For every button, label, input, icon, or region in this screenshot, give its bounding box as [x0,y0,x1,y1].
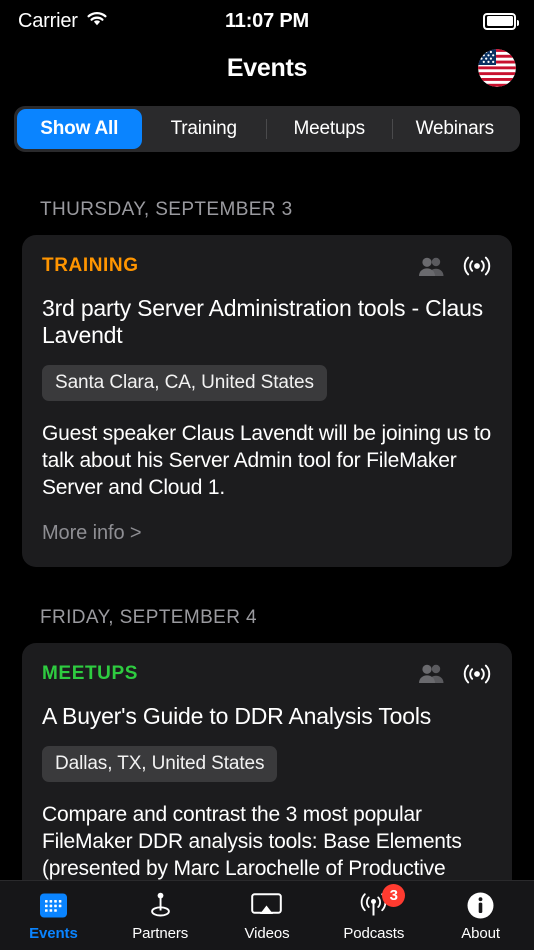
people-icon [419,663,445,689]
event-category: MEETUPS [42,662,139,684]
status-bar-right [483,12,519,30]
podcasts-badge: 3 [382,883,406,907]
event-description: Guest speaker Claus Lavendt will be join… [42,421,491,500]
date-header: THURSDAY, SEPTEMBER 3 [40,199,293,220]
event-title: A Buyer's Guide to DDR Analysis Tools [42,702,432,729]
event-location: Santa Clara, CA, United States [42,364,327,401]
event-card[interactable]: MEETUPS A Buyer's Guide to DDR Analysis … [22,642,512,880]
tab-label: Podcasts [343,924,405,942]
event-title: 3rd party Server Administration tools - … [42,295,483,348]
info-icon [466,890,495,920]
event-description: Compare and contrast the 3 most popular … [42,802,462,880]
tab-videos[interactable]: Videos [214,890,321,942]
page-title: Events [226,53,308,82]
navigation-bar: Events [0,42,534,94]
broadcast-icon [462,255,492,282]
airplay-icon [251,890,283,920]
people-icon [419,256,445,282]
tab-label: About [461,924,500,942]
segment-show-all[interactable]: Show All [17,109,142,149]
event-card[interactable]: TRAINING 3rd party Server Administration… [22,235,512,567]
event-card-icons [419,663,492,690]
event-card-icons [419,255,492,282]
podcast-broadcast-icon: 3 [358,883,406,920]
battery-icon [483,12,519,30]
tab-events[interactable]: Events [0,890,107,942]
event-category: TRAINING [42,255,139,276]
date-header: FRIDAY, SEPTEMBER 4 [40,606,258,628]
tab-label: Partners [132,924,189,942]
event-card-header: MEETUPS [42,663,492,690]
tab-label: Events [29,924,78,942]
status-bar-clock: 11:07 PM [224,9,309,32]
broadcast-icon [462,663,492,690]
tab-bar: Events Partners Videos 3 Podcasts About [0,880,534,950]
status-bar: Carrier 11:07 PM [0,0,534,42]
app-root: Carrier 11:07 PM Events Show All Trainin… [0,0,534,950]
segment-meetups[interactable]: Meetups [267,109,392,149]
event-list[interactable]: THURSDAY, SEPTEMBER 3 TRAINING 3rd party… [0,157,534,880]
tab-podcasts[interactable]: 3 Podcasts [320,883,427,942]
segment-training[interactable]: Training [142,109,267,149]
event-location: Dallas, TX, United States [42,745,278,782]
event-card-header: TRAINING [42,255,492,282]
more-info-link[interactable]: More info > [42,522,492,545]
map-pin-icon [146,890,175,920]
tab-partners[interactable]: Partners [107,890,214,942]
tab-label: Videos [244,924,290,942]
segmented-control: Show All Training Meetups Webinars [14,106,520,152]
us-flag-avatar[interactable] [478,49,516,87]
tab-about[interactable]: About [427,890,534,942]
calendar-icon [39,890,68,920]
segment-webinars[interactable]: Webinars [393,109,518,149]
